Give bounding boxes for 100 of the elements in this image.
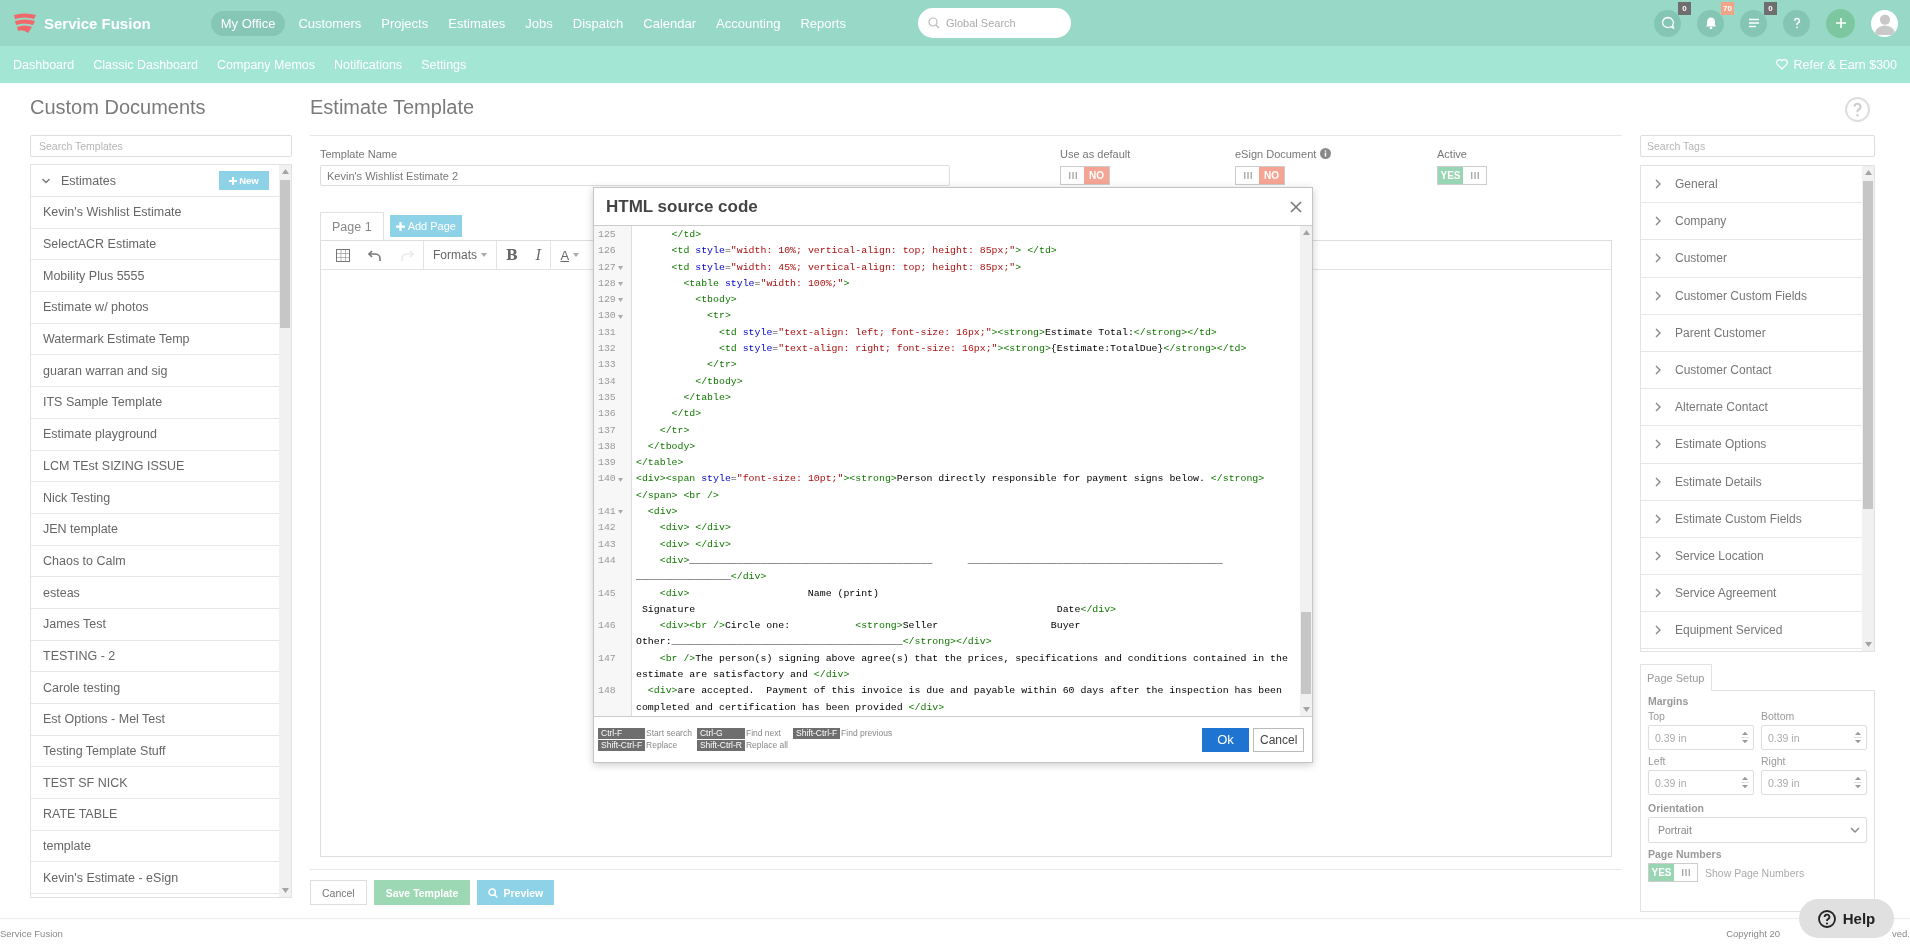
category-label: Estimate Options [1675,437,1767,452]
dialog-title: HTML source code [606,196,758,217]
field-label: Use as default [1060,147,1131,160]
code-line: </tr> [706,358,738,373]
text-color-button[interactable]: A [551,241,589,269]
scroll-up-icon[interactable] [1864,170,1872,175]
fold-arrow-icon[interactable] [617,510,623,515]
line-number: 139 [598,456,616,471]
count-badge: 0 [1764,1,1777,15]
code-line: <td style="width: 45%; vertical-align: top; height: 85px;"> [670,260,1023,275]
scrollbar[interactable] [279,165,291,897]
search-field[interactable]: Global Search [917,8,1071,38]
search-field[interactable]: Search Templates [30,135,292,157]
code-line: <div><br />Circle one: <strong>Seller Buyer [658,619,1082,634]
line-number: 146 [598,619,616,634]
search-icon [927,17,940,29]
shortcut-key: Shift-Ctrl-F [793,728,841,739]
scroll-down-icon[interactable] [1302,707,1310,712]
copyright-text: Copyright 20 [1726,928,1781,939]
margin-field[interactable]: 0.39 in [1761,725,1867,750]
shortcut-key: Shift-Ctrl-R [696,740,745,751]
line-number: 128 [598,276,616,291]
code-line: <div> [646,505,679,520]
plus-icon [1833,16,1848,30]
scrollbar[interactable] [1862,166,1874,651]
category-label: Alternate Contact [1675,400,1768,415]
scroll-thumb[interactable] [1863,181,1873,509]
chat-button[interactable] [1654,9,1681,37]
close-icon [1290,200,1302,213]
copyright-text: ved. [1892,928,1910,939]
code-line: <div>are accepted. Payment of this invoice is due and payable within 60 days after the inspection has been [646,684,1283,699]
cancel-button[interactable]: Cancel [1253,727,1304,752]
grip-icon [1681,869,1690,876]
spinner-icon[interactable] [1854,731,1862,744]
shortcut-label: Replace all [744,740,789,751]
cancel-button[interactable]: Cancel [310,880,367,905]
line-number: 141 [598,505,616,520]
help-icon[interactable] [1845,97,1870,122]
field-label: Bottom [1761,710,1796,722]
chevron-right-icon [1655,550,1661,561]
group-header[interactable]: Estimates New [31,165,279,197]
code-line: Other:_______________________________________</strong></div> [636,635,993,650]
line-number: 127 [598,260,616,275]
line-number: 145 [598,586,616,601]
category-label: Service Location [1675,548,1764,563]
scroll-down-icon[interactable] [1864,642,1872,647]
line-number: 135 [598,390,616,405]
scroll-down-icon[interactable] [281,888,289,893]
margin-field[interactable]: 0.39 in [1761,770,1867,795]
shortcut-label: Replace [645,740,679,751]
line-number: 140 [598,472,616,487]
orientation-select[interactable]: Portrait [1648,817,1867,843]
field-label: Template Name [320,147,398,160]
line-number: 144 [598,553,616,568]
fold-arrow-icon[interactable] [617,298,623,303]
avatar[interactable] [1871,9,1898,37]
category-label: Customer Contact [1675,363,1772,378]
notifications-button[interactable] [1697,9,1724,37]
formats-dropdown[interactable]: Formats [424,241,496,269]
fold-arrow-icon[interactable] [617,314,623,319]
line-number: 129 [598,293,616,308]
tasks-button[interactable] [1740,9,1767,37]
fold-arrow-icon[interactable] [617,282,623,287]
scroll-up-icon[interactable] [1302,230,1310,235]
help-button[interactable] [1783,9,1810,37]
fold-arrow-icon[interactable] [617,265,623,270]
footer-brand: Service Fusion [0,928,63,939]
category-label: Service Agreement [1675,586,1777,601]
italic-button[interactable]: I [526,241,551,269]
line-number: 142 [598,521,616,536]
spinner-icon[interactable] [1741,731,1749,744]
chevron-right-icon [1655,216,1661,227]
scroll-thumb[interactable] [280,180,290,328]
add-button[interactable] [1826,8,1855,38]
bell-icon [1703,16,1718,30]
bold-button[interactable]: B [497,241,527,269]
logo-icon [12,12,38,34]
scroll-up-icon[interactable] [281,169,289,174]
heart-icon [1776,59,1789,70]
ok-button[interactable]: Ok [1202,727,1249,752]
scrollbar[interactable] [1300,226,1312,716]
field-label: Active [1437,147,1467,160]
margin-field[interactable]: 0.39 in [1648,725,1754,750]
spinner-icon[interactable] [1854,776,1862,789]
toggle-caption: Show Page Numbers [1705,866,1805,879]
page-setup-tab[interactable]: Page Setup [1640,664,1712,691]
search-icon [488,887,499,898]
fold-arrow-icon[interactable] [617,477,623,482]
scroll-thumb[interactable] [1301,612,1311,694]
search-field[interactable]: Search Tags [1640,135,1875,157]
template-name-field[interactable]: Kevin's Wishlist Estimate 2 [320,165,950,186]
shortcut-label: Start search [645,728,693,739]
margin-field[interactable]: 0.39 in [1648,770,1754,795]
close-button[interactable] [1290,200,1302,213]
line-number: 131 [598,325,616,340]
caret-icon [573,253,580,257]
code-line: <div> Name (print) [658,586,880,601]
code-line: <table style="width: 100%;"> [682,276,851,291]
page-tab[interactable]: Page 1 [320,212,384,240]
spinner-icon[interactable] [1741,776,1749,789]
